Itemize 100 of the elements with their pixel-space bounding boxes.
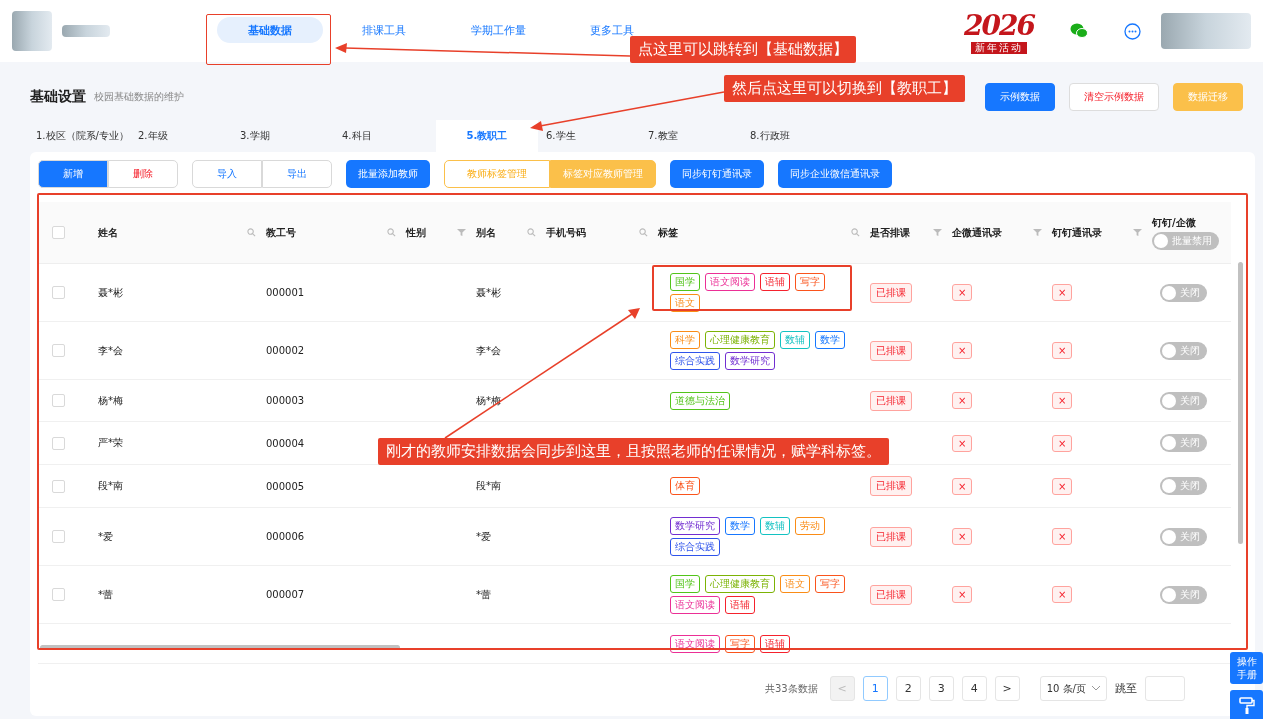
checkbox[interactable] [52,588,65,601]
table-cell-text: 杨*梅 [476,393,502,408]
event-logo[interactable]: 2026 新年活动 [964,8,1034,54]
tab[interactable]: 4.科目 [334,120,436,152]
subject-tag: 数辅 [780,331,810,349]
subject-tag: 语文阅读 [670,596,720,614]
subject-tag: 道德与法治 [670,391,730,410]
subject-tag: 语文 [780,575,810,593]
status-tag: × [952,284,973,301]
page-button[interactable]: 2 [895,676,921,701]
message-icon[interactable] [1124,22,1141,40]
toolbar-button[interactable]: 导入 [192,160,262,188]
tab[interactable]: 5.教职工 [436,120,538,152]
paint-roller-icon [1238,697,1255,715]
subject-tag: 体育 [670,477,700,495]
page-title: 基础设置 [30,88,86,106]
tab[interactable]: 7.教室 [640,120,742,152]
tab[interactable]: 3.学期 [232,120,334,152]
checkbox[interactable] [52,226,65,239]
table-cell-text: 000003 [266,395,306,406]
page-input[interactable] [1145,676,1185,701]
subject-tag: 国学 [670,273,700,291]
subject-tag: 心理健康教育 [705,331,775,349]
nav-tab[interactable]: 基础数据 [217,17,323,43]
table-cell-text: 聂*彬 [476,285,502,300]
table-cell-text: 聂*彬 [98,285,124,300]
table-cell-text: 000005 [266,480,306,492]
checkbox[interactable] [52,530,65,543]
filter-icon[interactable] [1033,228,1042,237]
status-tag: × [952,434,973,452]
annotation-callout: 点这里可以跳转到【基础数据】 [630,36,856,63]
toolbar-button[interactable]: 新增 [38,160,108,188]
action-button[interactable]: 示例数据 [985,83,1055,111]
scrollbar[interactable] [1238,262,1243,544]
tab[interactable]: 6.学生 [538,120,640,152]
search-icon[interactable] [527,228,536,237]
table-cell-text: 李*会 [476,343,502,358]
column-header: 钉钉/企微 [1152,215,1196,230]
toolbar-button[interactable]: 删除 [108,160,178,188]
tab[interactable]: 1.校区（院系/专业） [28,120,130,152]
page-button[interactable]: 4 [961,676,987,701]
logo-placeholder [12,11,52,51]
school-name-placeholder [62,25,110,37]
annotation-callout: 刚才的教师安排数据会同步到这里，且按照老师的任课情况，赋学科标签。 [378,438,889,465]
checkbox[interactable] [52,479,65,493]
page-button[interactable]: 3 [928,676,954,701]
nav-tab[interactable]: 排课工具 [331,17,437,43]
tab[interactable]: 2.年级 [130,120,232,152]
status-tag: 已排课 [870,282,912,303]
status-tag: × [1052,528,1073,545]
checkbox[interactable] [52,344,65,357]
checkbox[interactable] [52,436,65,450]
page-button[interactable]: 1 [862,676,888,701]
table-cell-text: 000004 [266,437,306,449]
manual-button[interactable]: 操作手册 [1230,652,1263,684]
column-header: 钉钉通讯录 [1052,225,1102,240]
checkbox[interactable] [52,394,65,407]
annotation-callout: 然后点这里可以切换到【教职工】 [724,75,965,102]
column-header: 教工号 [266,225,296,240]
search-icon[interactable] [639,228,648,237]
search-icon[interactable] [247,228,256,237]
table-cell-text: 000001 [266,287,306,298]
filter-icon[interactable] [457,228,466,237]
table-cell-text: 000002 [266,345,306,356]
toolbar-button[interactable]: 同步企业微信通讯录 [778,160,892,188]
scrollbar[interactable] [40,645,400,650]
status-tag: 已排课 [870,390,912,411]
toolbar-button[interactable]: 导出 [262,160,332,188]
column-header: 别名 [476,225,496,240]
subject-tag: 数学 [815,331,845,349]
checkbox[interactable] [52,286,65,299]
table-cell-text: 杨*梅 [98,393,124,408]
search-icon[interactable] [851,228,860,237]
subject-tag: 国学 [670,575,700,593]
toolbar-button[interactable]: 批量添加教师 [346,160,430,188]
table-cell-text: 段*南 [98,479,124,493]
search-icon[interactable] [387,228,396,237]
subject-tag: 综合实践 [670,538,720,556]
status-tag: × [1052,392,1073,409]
status-tag: 已排课 [870,584,912,605]
tab[interactable]: 8.行政班 [742,120,844,152]
table-cell-text: 严*荣 [98,436,124,450]
status-tag: × [952,586,973,603]
status-tag: 已排课 [870,526,912,547]
chat-bubbles-icon[interactable] [1070,23,1088,39]
toolbar-button[interactable]: 同步钉钉通讯录 [670,160,764,188]
status-tag: × [1052,342,1073,359]
subject-tag: 数学研究 [725,352,775,370]
action-button[interactable]: 清空示例数据 [1069,83,1159,111]
user-avatar-placeholder[interactable] [1161,13,1251,49]
subject-tag: 数学 [725,517,755,535]
page-size-select[interactable]: 10 条/页 [1039,676,1107,701]
paint-roller-button[interactable] [1230,690,1263,719]
filter-icon[interactable] [1133,228,1142,237]
status-tag: × [952,477,973,495]
nav-tab[interactable]: 学期工作量 [445,17,551,43]
filter-icon[interactable] [933,228,942,237]
table-cell-text: *蕾 [476,587,492,602]
column-header: 企微通讯录 [952,225,1002,240]
next-page-button[interactable]: > [994,676,1020,701]
